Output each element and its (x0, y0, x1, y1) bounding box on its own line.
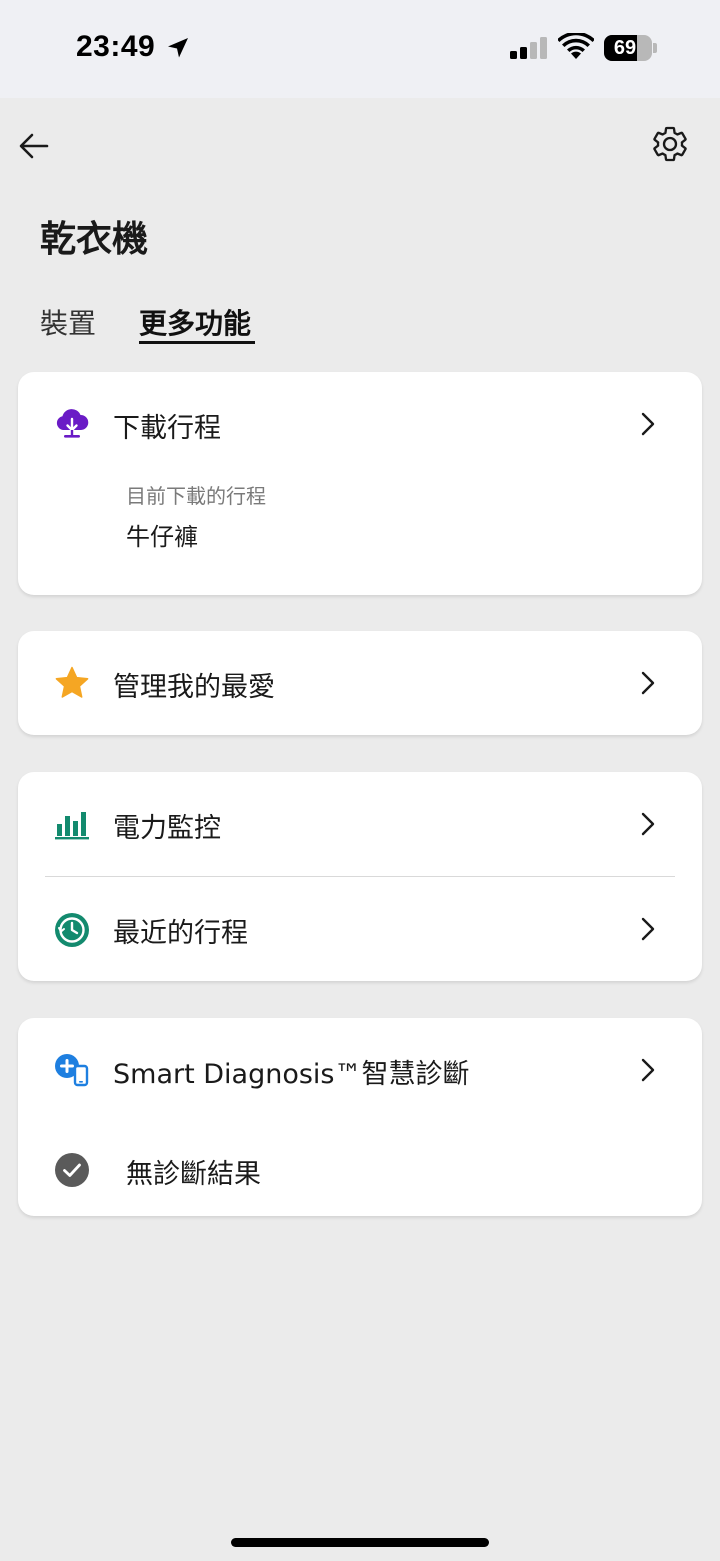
battery-percent: 69 (613, 36, 637, 59)
arrow-left-icon (19, 133, 49, 159)
smart-diagnosis-card: Smart Diagnosis™智慧診斷 無診斷結果 (18, 1018, 702, 1216)
power-monitoring-label: 電力監控 (113, 813, 221, 844)
download-cycle-card[interactable]: 下載行程 目前下載的行程 牛仔褲 (18, 372, 702, 595)
manage-favorites-label: 管理我的最愛 (113, 672, 275, 703)
current-download-value: 牛仔褲 (126, 523, 198, 551)
chevron-right-icon (641, 917, 655, 941)
download-cycle-label: 下載行程 (113, 413, 221, 444)
chevron-right-icon (641, 412, 655, 436)
active-tab-indicator (139, 341, 255, 344)
power-monitoring-row[interactable]: 電力監控 (18, 772, 702, 876)
current-download-label: 目前下載的行程 (126, 484, 266, 508)
recent-cycles-label: 最近的行程 (113, 918, 248, 949)
download-cycle-row[interactable]: 下載行程 (18, 372, 702, 476)
battery-tip (653, 43, 657, 53)
diagnosis-result-label: 無診斷結果 (126, 1159, 261, 1190)
cellular-signal-icon (510, 37, 547, 59)
manage-favorites-row[interactable]: 管理我的最愛 (18, 631, 702, 735)
tab-device[interactable]: 裝置 (40, 302, 96, 342)
location-arrow-icon (168, 38, 188, 58)
page-title: 乾衣機 (40, 219, 149, 260)
back-button[interactable] (16, 128, 52, 164)
bar-chart-icon (55, 812, 89, 840)
tab-more-features[interactable]: 更多功能 (139, 302, 251, 342)
check-circle-icon (55, 1153, 89, 1187)
chevron-right-icon (641, 812, 655, 836)
cloud-download-icon (56, 409, 89, 438)
smart-diagnosis-label: Smart Diagnosis™智慧診斷 (113, 1059, 470, 1090)
recent-cycles-row[interactable]: 最近的行程 (18, 877, 702, 981)
chevron-right-icon (641, 671, 655, 695)
wifi-icon (558, 33, 594, 59)
battery-icon: 69 (604, 35, 652, 61)
home-indicator[interactable] (231, 1538, 489, 1547)
smart-diagnosis-row[interactable]: Smart Diagnosis™智慧診斷 (18, 1018, 702, 1122)
settings-button[interactable] (650, 124, 690, 164)
history-clock-icon (55, 913, 89, 947)
power-recent-card: 電力監控 最近的行程 (18, 772, 702, 981)
manage-favorites-card[interactable]: 管理我的最愛 (18, 631, 702, 735)
chevron-right-icon (641, 1058, 655, 1082)
star-icon (55, 666, 89, 698)
status-time: 23:49 (76, 30, 156, 63)
gear-icon (653, 126, 687, 162)
status-bar: 23:49 69 (0, 0, 720, 98)
smart-diagnosis-icon (55, 1054, 89, 1087)
diagnosis-result-row: 無診斷結果 (18, 1122, 702, 1216)
